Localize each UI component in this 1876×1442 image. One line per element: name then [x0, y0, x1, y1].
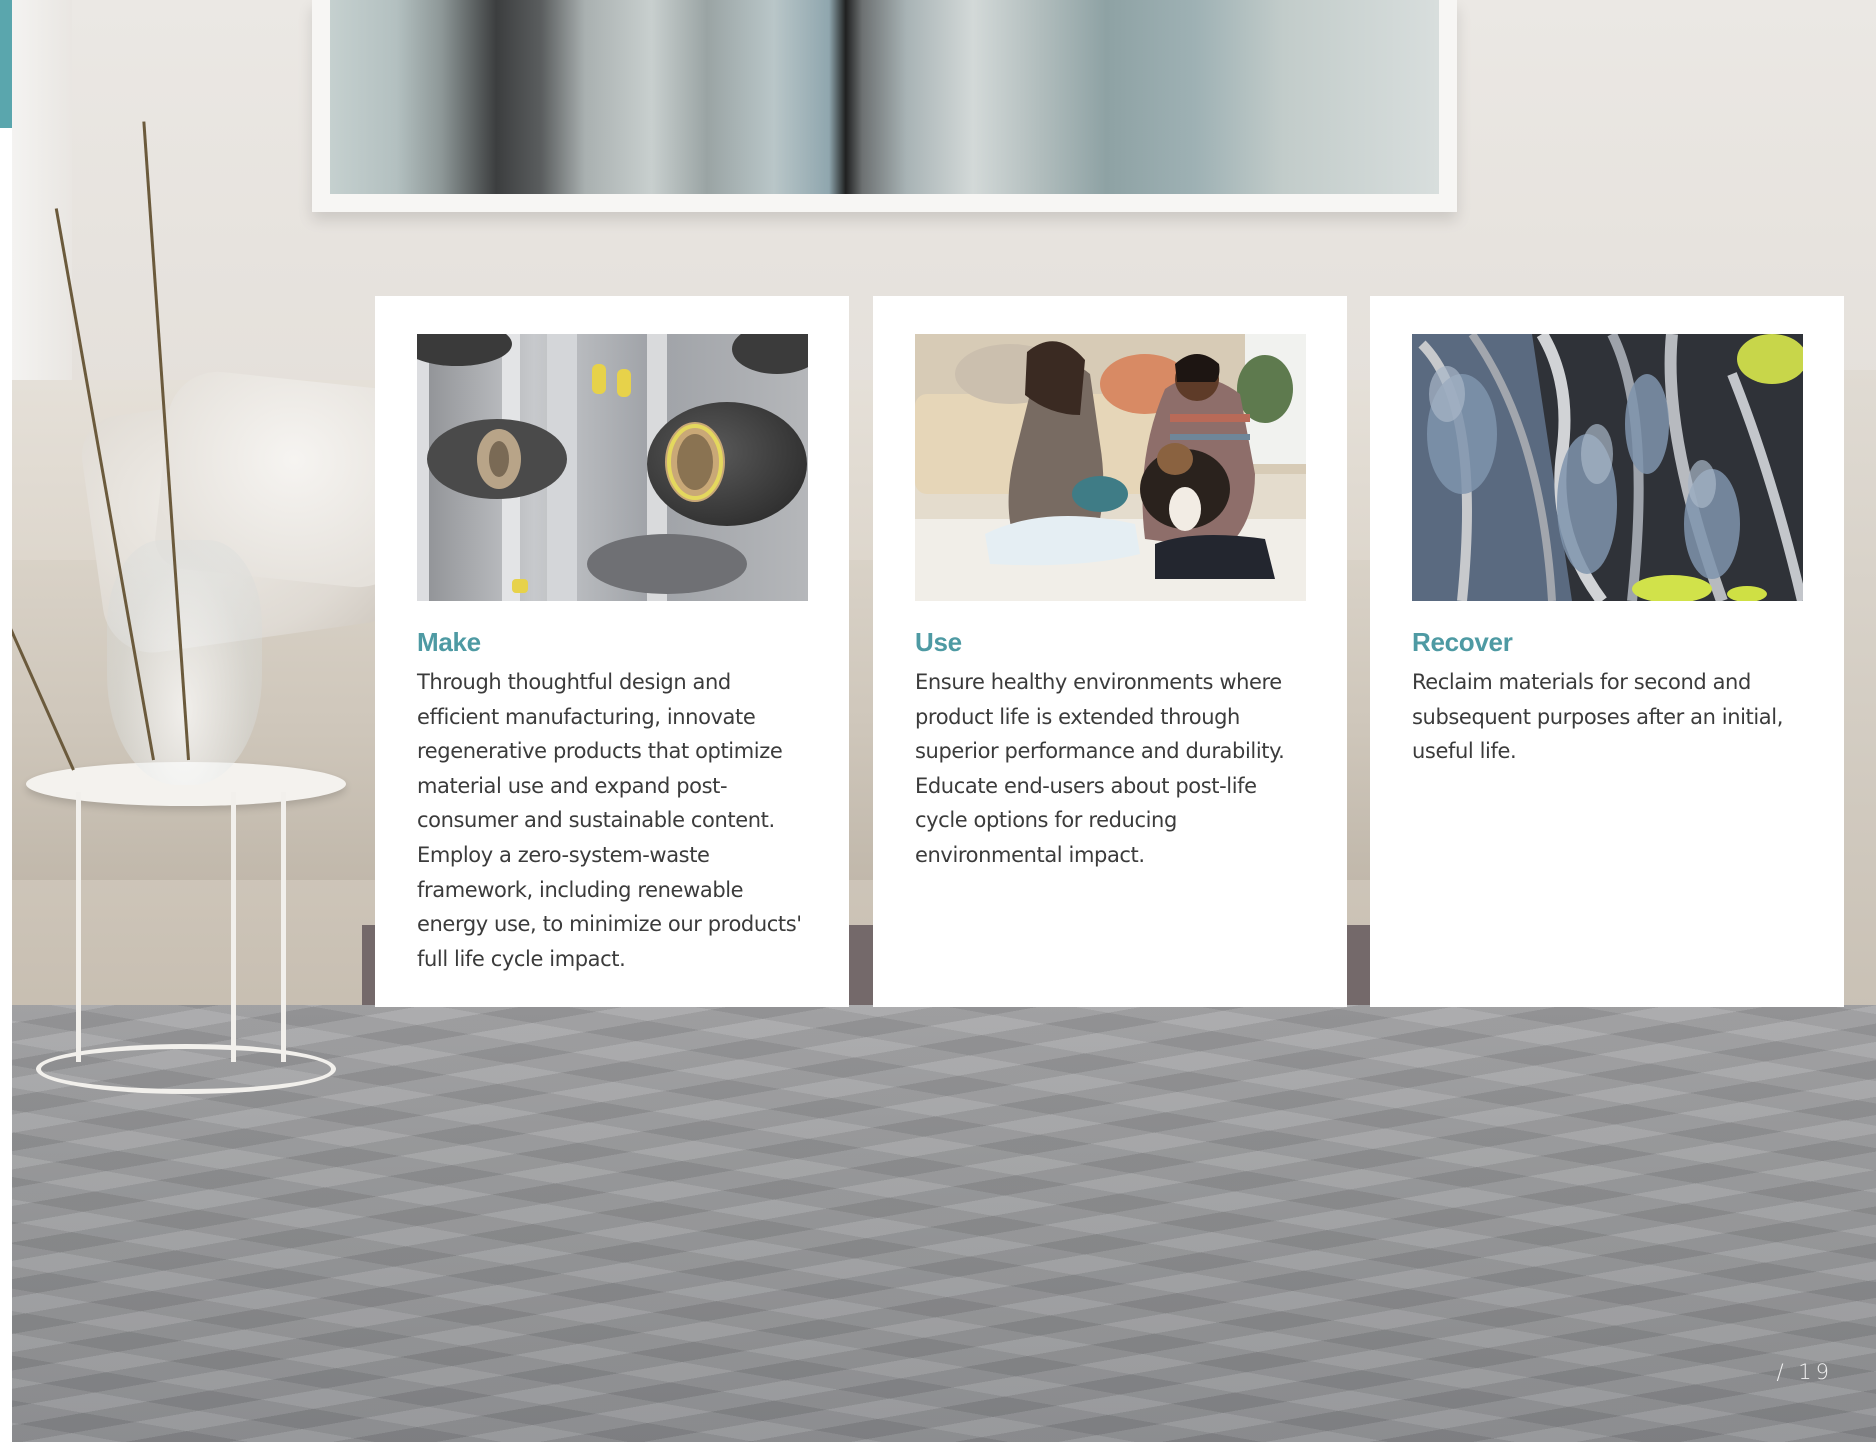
- side-table-leg: [76, 792, 81, 1062]
- yarn-spools-photo: [417, 334, 808, 601]
- card-title: Recover: [1412, 627, 1513, 657]
- side-table: [26, 762, 346, 1102]
- abstract-painting: [330, 0, 1439, 194]
- card-make: Make Through thoughtful design and effic…: [375, 296, 849, 1007]
- card-title: Make: [417, 627, 481, 657]
- couple-with-dog-photo: [915, 334, 1306, 601]
- card-body: Ensure healthy environments where produc…: [915, 670, 1285, 867]
- side-table-leg: [281, 792, 286, 1062]
- wall-artwork: [312, 0, 1457, 212]
- glass-vase: [107, 540, 262, 785]
- yarn-spools-image: [417, 334, 808, 601]
- card-title: Use: [915, 627, 962, 657]
- card-use: Use Ensure healthy environments where pr…: [873, 296, 1347, 1007]
- side-table-base: [36, 1044, 336, 1094]
- couple-with-dog-image: [915, 334, 1306, 601]
- card-recover: Recover Reclaim materials for second and…: [1370, 296, 1844, 1007]
- card-body: Through thoughtful design and efficient …: [417, 670, 802, 971]
- carpet-rolls-image: [1412, 334, 1803, 601]
- carpet-rolls-photo: [1412, 334, 1803, 601]
- page-tab-accent: [0, 0, 12, 128]
- side-table-leg: [231, 792, 236, 1062]
- page-number: / 19: [1776, 1360, 1833, 1384]
- card-body: Reclaim materials for second and subsequ…: [1412, 670, 1783, 764]
